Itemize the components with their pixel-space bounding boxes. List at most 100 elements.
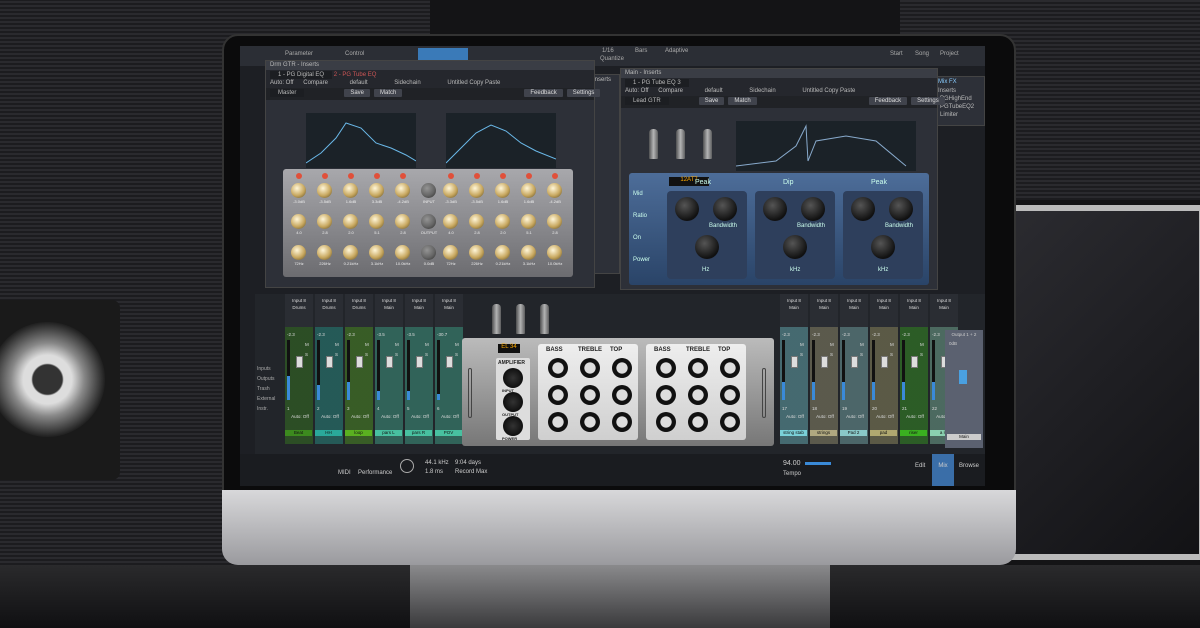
channel-input[interactable]: Input 8 xyxy=(345,294,373,303)
channel-select[interactable]: Lead GTR xyxy=(625,97,669,105)
tempo-value[interactable]: 94.00 xyxy=(783,460,801,467)
eq-knob[interactable] xyxy=(395,245,410,260)
eq-knob[interactable] xyxy=(443,183,458,198)
mixer-side-item[interactable]: Outputs xyxy=(255,374,285,384)
solo-button[interactable]: S xyxy=(455,352,458,357)
eq-knob[interactable] xyxy=(656,412,676,432)
copy-button[interactable]: Copy xyxy=(469,80,483,86)
solo-button[interactable]: S xyxy=(425,352,428,357)
channel-name[interactable]: loop xyxy=(345,430,372,436)
volume-fader[interactable] xyxy=(416,356,423,368)
eq-knob[interactable] xyxy=(548,412,568,432)
eq-knob[interactable] xyxy=(469,183,484,198)
volume-fader[interactable] xyxy=(821,356,828,368)
eq-knob[interactable] xyxy=(547,214,562,229)
channel-name[interactable]: pad xyxy=(870,430,897,436)
channel-input[interactable]: Input 8 xyxy=(840,294,868,303)
channel-name[interactable]: string stab xyxy=(780,430,807,436)
volume-fader[interactable] xyxy=(851,356,858,368)
tempo-slider[interactable] xyxy=(805,462,831,465)
io-knob[interactable] xyxy=(421,214,436,229)
solo-button[interactable]: S xyxy=(395,352,398,357)
channel-bus[interactable]: Main xyxy=(870,303,898,310)
frequency-selector[interactable] xyxy=(695,235,719,259)
solo-button[interactable]: S xyxy=(860,352,863,357)
eq-knob[interactable] xyxy=(317,214,332,229)
mute-button[interactable]: M xyxy=(425,342,429,347)
eq-knob[interactable] xyxy=(469,214,484,229)
eq-knob[interactable] xyxy=(656,385,676,405)
eq-knob[interactable] xyxy=(521,214,536,229)
band-enable-led[interactable] xyxy=(296,173,302,179)
mute-button[interactable]: M xyxy=(455,342,459,347)
eq-knob[interactable] xyxy=(291,245,306,260)
channel-input[interactable]: Input 8 xyxy=(315,294,343,303)
channel-bus[interactable]: Main xyxy=(375,303,403,310)
mute-button[interactable]: M xyxy=(395,342,399,347)
channel-name[interactable]: Pad 2 xyxy=(840,430,867,436)
eq-knob[interactable] xyxy=(547,245,562,260)
channel-input[interactable]: Input 8 xyxy=(870,294,898,303)
automation-mode[interactable]: Auto: Off xyxy=(842,414,868,419)
channel-input[interactable]: Input 8 xyxy=(285,294,313,303)
amp-knob[interactable] xyxy=(503,368,523,388)
eq-knob[interactable] xyxy=(688,385,708,405)
volume-fader[interactable] xyxy=(356,356,363,368)
automation-mode[interactable]: Auto: Off xyxy=(812,414,838,419)
edit-view-button[interactable]: Edit xyxy=(915,463,925,469)
eq-knob[interactable] xyxy=(291,214,306,229)
save-button[interactable]: Save xyxy=(344,89,371,97)
band-enable-led[interactable] xyxy=(552,173,558,179)
channel-name[interactable]: strings xyxy=(810,430,837,436)
channel-bus[interactable]: Main xyxy=(840,303,868,310)
match-button[interactable]: Match xyxy=(728,97,757,105)
bandwidth-knob[interactable] xyxy=(801,197,825,221)
mute-button[interactable]: M xyxy=(890,342,894,347)
eq-knob[interactable] xyxy=(395,214,410,229)
eq-knob[interactable] xyxy=(580,412,600,432)
settings-button[interactable]: Settings xyxy=(566,89,601,97)
mute-button[interactable]: M xyxy=(335,342,339,347)
feedback-button[interactable]: Feedback xyxy=(868,97,908,105)
preset-select[interactable]: default xyxy=(350,80,368,86)
automation-mode[interactable]: Auto: Off xyxy=(782,414,808,419)
frequency-selector[interactable] xyxy=(871,235,895,259)
volume-fader[interactable] xyxy=(911,356,918,368)
page-song[interactable]: Song xyxy=(915,51,929,57)
mix-fx-inserts[interactable]: Inserts xyxy=(936,87,984,95)
volume-fader[interactable] xyxy=(791,356,798,368)
bandwidth-knob[interactable] xyxy=(713,197,737,221)
channel-name[interactable]: POV xyxy=(435,430,462,436)
mute-button[interactable]: M xyxy=(305,342,309,347)
match-button[interactable]: Match xyxy=(374,89,403,97)
eq-knob[interactable] xyxy=(317,183,332,198)
band-enable-led[interactable] xyxy=(474,173,480,179)
channel-bus[interactable]: Drums xyxy=(285,303,313,310)
amp-knob[interactable] xyxy=(503,392,523,412)
settings-button[interactable]: Settings xyxy=(911,97,945,105)
channel-name[interactable]: riser xyxy=(900,430,927,436)
solo-button[interactable]: S xyxy=(305,352,308,357)
gain-knob[interactable] xyxy=(675,197,699,221)
performance-meter[interactable]: Performance xyxy=(358,470,392,476)
plugin-tab[interactable]: 1 - PG Digital EQ xyxy=(270,71,333,79)
channel-select[interactable]: Master xyxy=(270,89,305,97)
feedback-button[interactable]: Feedback xyxy=(524,89,563,97)
eq-knob[interactable] xyxy=(343,214,358,229)
automation-mode[interactable]: Auto: Off xyxy=(437,414,463,419)
mute-button[interactable]: M xyxy=(860,342,864,347)
amp-knob[interactable] xyxy=(503,416,523,436)
eq-knob[interactable] xyxy=(688,358,708,378)
compare-button[interactable]: Compare xyxy=(303,80,328,86)
eq-knob[interactable] xyxy=(369,183,384,198)
preset-name[interactable]: Untitled xyxy=(447,80,467,86)
mute-button[interactable]: M xyxy=(800,342,804,347)
volume-fader[interactable] xyxy=(881,356,888,368)
eq-knob[interactable] xyxy=(317,245,332,260)
eq-knob[interactable] xyxy=(469,245,484,260)
mix-fx-item[interactable]: Limiter xyxy=(936,111,984,119)
band-enable-led[interactable] xyxy=(448,173,454,179)
plugin-tab[interactable]: 2 - PG Tube EQ xyxy=(334,72,377,78)
bandwidth-knob[interactable] xyxy=(889,197,913,221)
channel-input[interactable]: Input 8 xyxy=(405,294,433,303)
